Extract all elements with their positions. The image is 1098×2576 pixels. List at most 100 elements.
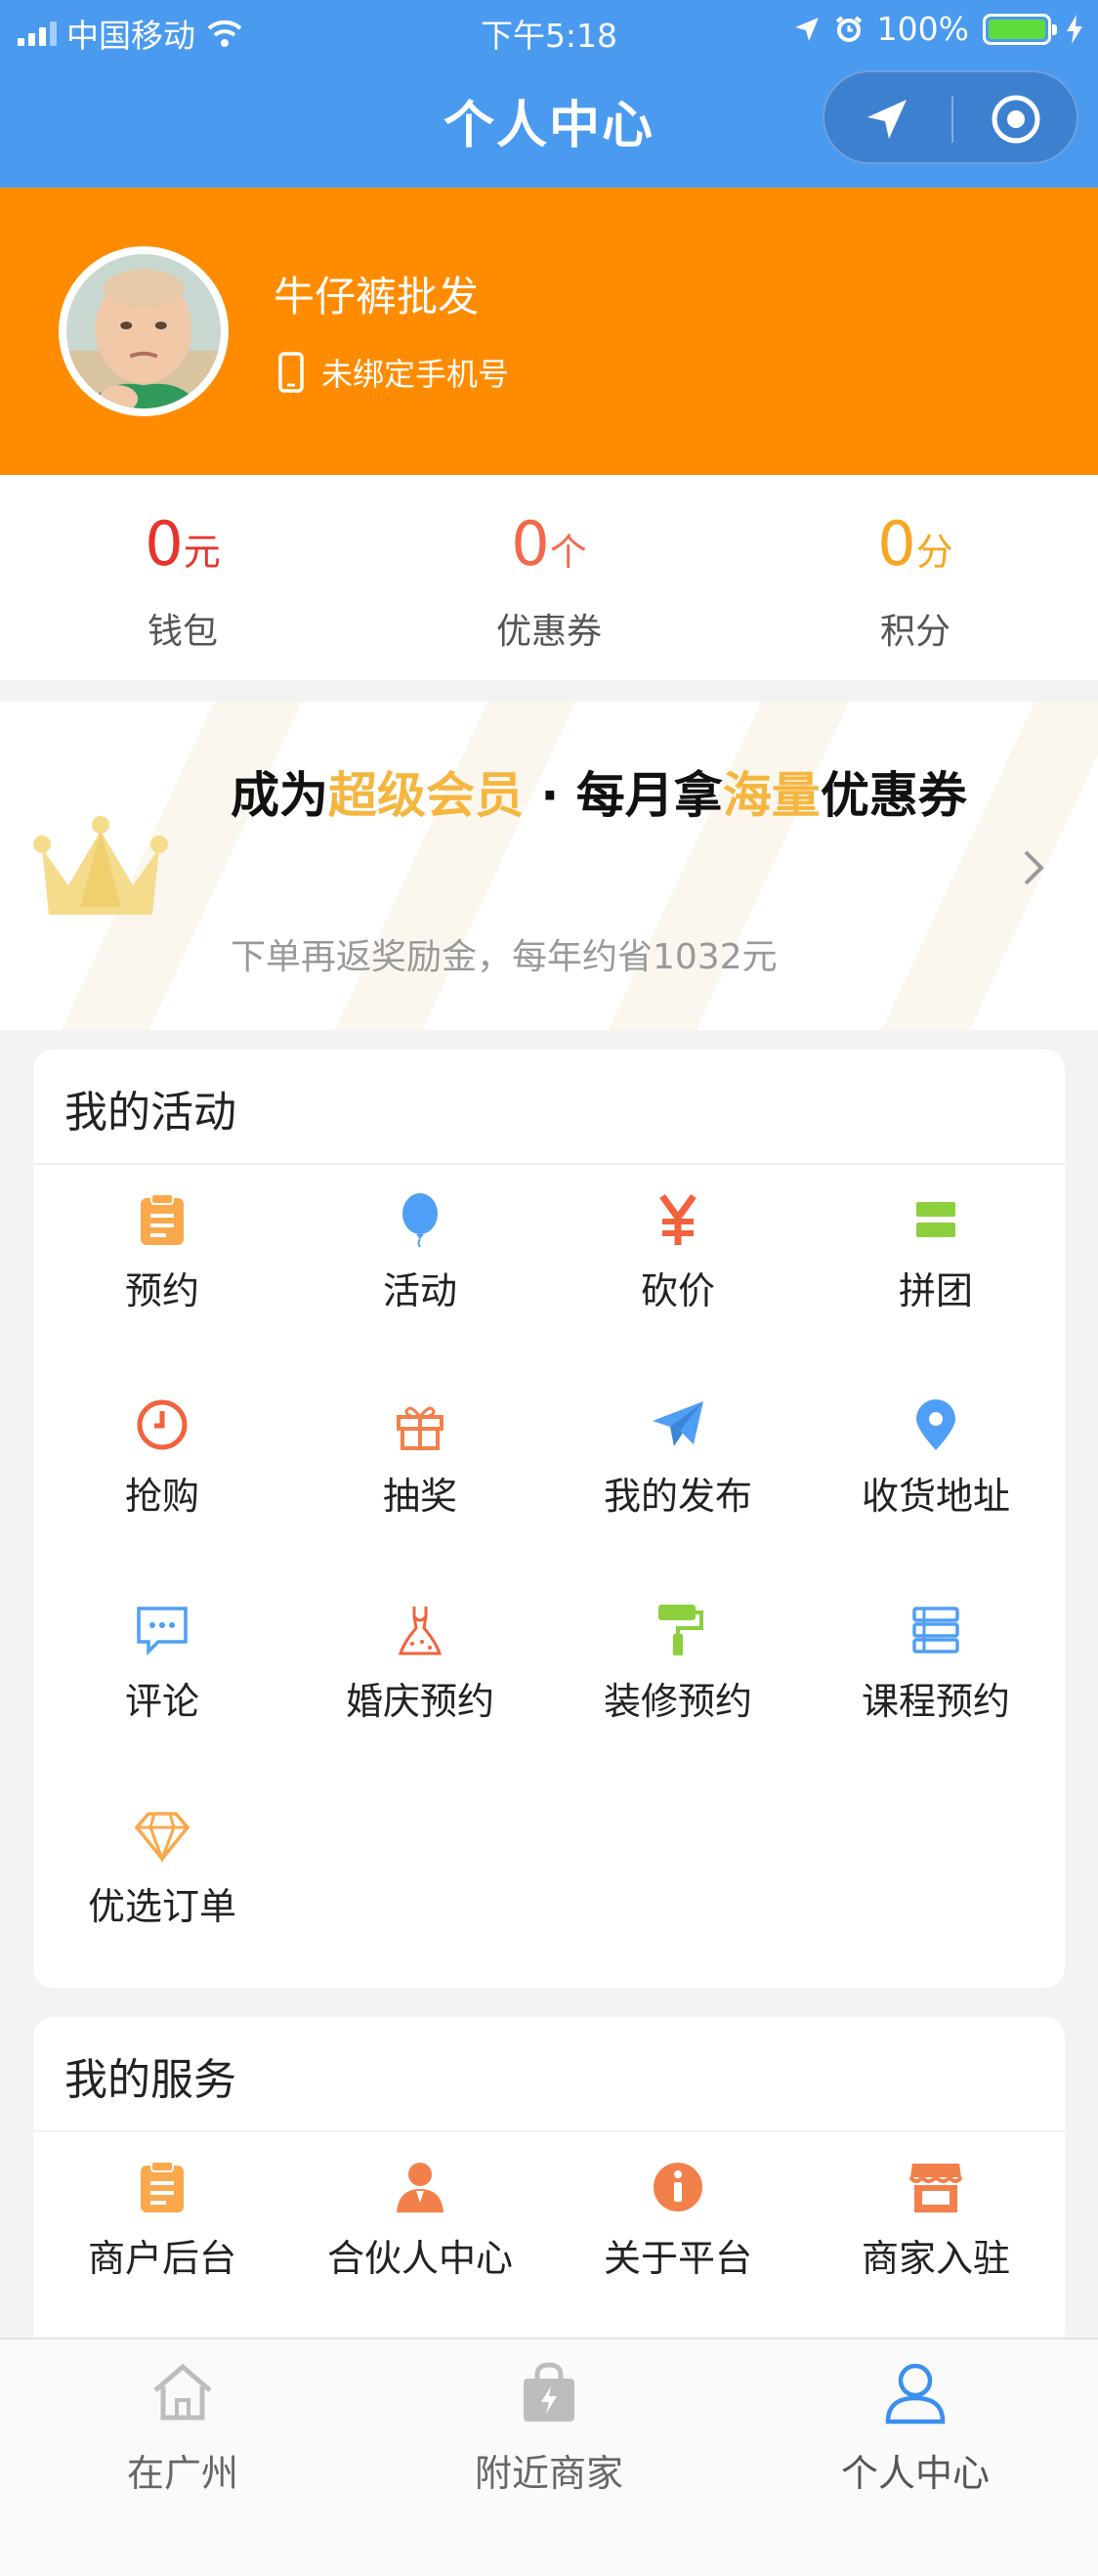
phone-icon bbox=[278, 352, 304, 393]
tab-nearby[interactable]: 附近商家 bbox=[366, 2359, 732, 2497]
tab-label: 在广州 bbox=[126, 2452, 238, 2495]
status-bar: 中国移动 下午5:18 100% bbox=[0, 0, 1098, 61]
top-bar: 中国移动 下午5:18 100% 个人中心 bbox=[0, 0, 1098, 188]
stat-label: 优惠券 bbox=[495, 612, 602, 652]
service-label: 合伙人中心 bbox=[326, 2237, 513, 2280]
activity-label: 抢购 bbox=[124, 1475, 199, 1518]
stat-wallet[interactable]: 0元 钱包 bbox=[0, 514, 365, 654]
activity-item[interactable]: 收货地址 bbox=[807, 1370, 1065, 1556]
activity-label: 收货地址 bbox=[861, 1475, 1010, 1518]
stats-bar: 0元 钱包 0个 优惠券 0分 积分 bbox=[0, 475, 1098, 680]
user-icon bbox=[885, 2363, 946, 2425]
vip-title-text: 优惠券 bbox=[820, 767, 967, 824]
avatar-image bbox=[66, 254, 221, 412]
close-target-icon[interactable] bbox=[989, 92, 1043, 147]
paper-plane-icon bbox=[653, 1401, 703, 1446]
shopping-bag-icon bbox=[524, 2362, 574, 2422]
home-icon bbox=[153, 2363, 212, 2421]
clipboard-icon bbox=[141, 2161, 184, 2212]
diamond-icon bbox=[135, 1812, 190, 1863]
clock-icon bbox=[137, 1399, 188, 1450]
clipboard-icon bbox=[141, 1193, 184, 1245]
activity-item[interactable]: 抢购 bbox=[33, 1370, 291, 1556]
activity-item[interactable]: 我的发布 bbox=[549, 1370, 807, 1556]
tab-bar: 在广州 附近商家 个人中心 bbox=[0, 2338, 1098, 2576]
books-icon bbox=[912, 1607, 959, 1653]
vip-banner[interactable]: 成为超级会员 · 每月拿海量优惠券 下单再返奖励金，每年约省1032元 bbox=[0, 702, 1098, 1030]
vip-title-highlight: 海量 bbox=[722, 767, 821, 824]
service-label: 商户后台 bbox=[87, 2237, 236, 2280]
vip-title: 成为超级会员 · 每月拿海量优惠券 bbox=[231, 756, 1012, 835]
my-activities-card: 我的活动 预约 活动 砍价 拼团 抢购 抽奖 我的发布 收货地址 评论 婚庆预约… bbox=[33, 1050, 1065, 1988]
tab-label: 个人中心 bbox=[840, 2452, 990, 2495]
stat-label: 积分 bbox=[879, 612, 950, 652]
tab-home[interactable]: 在广州 bbox=[0, 2359, 365, 2497]
activity-label: 优选订单 bbox=[87, 1885, 236, 1928]
location-pin-icon bbox=[916, 1399, 955, 1450]
service-item[interactable]: 关于平台 bbox=[549, 2132, 807, 2318]
activity-label: 预约 bbox=[124, 1269, 199, 1312]
gift-icon bbox=[397, 1406, 443, 1450]
stat-label: 钱包 bbox=[147, 612, 218, 652]
activity-item[interactable]: 婚庆预约 bbox=[291, 1575, 549, 1761]
card-title: 我的活动 bbox=[64, 1088, 236, 1138]
my-services-card: 我的服务 商户后台 合伙人中心 关于平台 商家入驻 bbox=[33, 2017, 1065, 2349]
alarm-icon bbox=[835, 15, 862, 42]
stat-value: 0 bbox=[145, 508, 184, 580]
mini-program-capsule bbox=[823, 70, 1078, 164]
activity-item[interactable]: 拼团 bbox=[807, 1165, 1065, 1351]
activity-label: 婚庆预约 bbox=[345, 1680, 494, 1723]
stat-coupons[interactable]: 0个 优惠券 bbox=[366, 514, 732, 654]
tab-profile[interactable]: 个人中心 bbox=[733, 2359, 1098, 2497]
activity-label: 评论 bbox=[124, 1680, 199, 1723]
avatar[interactable] bbox=[59, 246, 229, 416]
activity-label: 抽奖 bbox=[382, 1475, 457, 1518]
group-blocks-icon bbox=[916, 1202, 955, 1237]
wedding-dress-icon bbox=[398, 1607, 443, 1655]
activity-item[interactable]: 优选订单 bbox=[33, 1781, 291, 1966]
service-item[interactable]: 合伙人中心 bbox=[291, 2132, 549, 2318]
phone-status: 未绑定手机号 bbox=[321, 356, 510, 393]
activity-item[interactable]: 评论 bbox=[33, 1575, 291, 1761]
activity-label: 装修预约 bbox=[603, 1680, 752, 1723]
balloon-icon bbox=[402, 1193, 438, 1247]
shop-icon bbox=[908, 2164, 963, 2212]
location-arrow-icon bbox=[794, 17, 819, 41]
stat-value: 0 bbox=[511, 508, 550, 580]
tab-label: 附近商家 bbox=[474, 2452, 623, 2495]
username: 牛仔裤批发 bbox=[274, 273, 480, 321]
activity-label: 活动 bbox=[382, 1269, 457, 1312]
service-label: 商家入驻 bbox=[861, 2237, 1010, 2280]
vip-title-highlight: 超级会员 bbox=[328, 767, 524, 824]
vip-title-text: · 每月拿 bbox=[524, 767, 723, 824]
service-item[interactable]: 商户后台 bbox=[33, 2132, 291, 2318]
activity-item[interactable]: 预约 bbox=[33, 1165, 291, 1351]
activity-item[interactable]: 装修预约 bbox=[549, 1575, 807, 1761]
charging-icon bbox=[1067, 14, 1082, 44]
stat-points[interactable]: 0分 积分 bbox=[733, 514, 1098, 654]
stat-unit: 分 bbox=[915, 531, 953, 574]
paint-roller-icon bbox=[658, 1605, 703, 1655]
stat-unit: 元 bbox=[183, 531, 221, 574]
vip-subtitle: 下单再返奖励金，每年约省1032元 bbox=[231, 937, 778, 977]
phone-binding[interactable]: 未绑定手机号 bbox=[278, 350, 509, 395]
info-icon bbox=[654, 2163, 702, 2211]
location-share-icon[interactable] bbox=[860, 92, 914, 147]
comment-icon bbox=[137, 1607, 188, 1656]
profile-section: 牛仔裤批发 未绑定手机号 bbox=[0, 188, 1098, 475]
page: 中国移动 下午5:18 100% 个人中心 牛仔裤批发 未绑定手机号 0元 钱包… bbox=[0, 0, 1098, 2576]
activity-item[interactable]: 抽奖 bbox=[291, 1370, 549, 1556]
yen-icon bbox=[659, 1193, 697, 1245]
service-item[interactable]: 商家入驻 bbox=[807, 2132, 1065, 2318]
stat-unit: 个 bbox=[549, 531, 587, 574]
activity-label: 砍价 bbox=[640, 1269, 715, 1312]
battery-icon bbox=[983, 13, 1057, 45]
activity-item[interactable]: 课程预约 bbox=[807, 1575, 1065, 1761]
activity-item[interactable]: 砍价 bbox=[549, 1165, 807, 1351]
activity-item[interactable]: 活动 bbox=[291, 1165, 549, 1351]
activity-label: 我的发布 bbox=[603, 1475, 752, 1518]
vip-title-text: 成为 bbox=[231, 767, 328, 824]
status-right: 100% bbox=[793, 10, 1084, 48]
activity-label: 课程预约 bbox=[861, 1680, 1010, 1723]
activity-label: 拼团 bbox=[898, 1269, 973, 1312]
